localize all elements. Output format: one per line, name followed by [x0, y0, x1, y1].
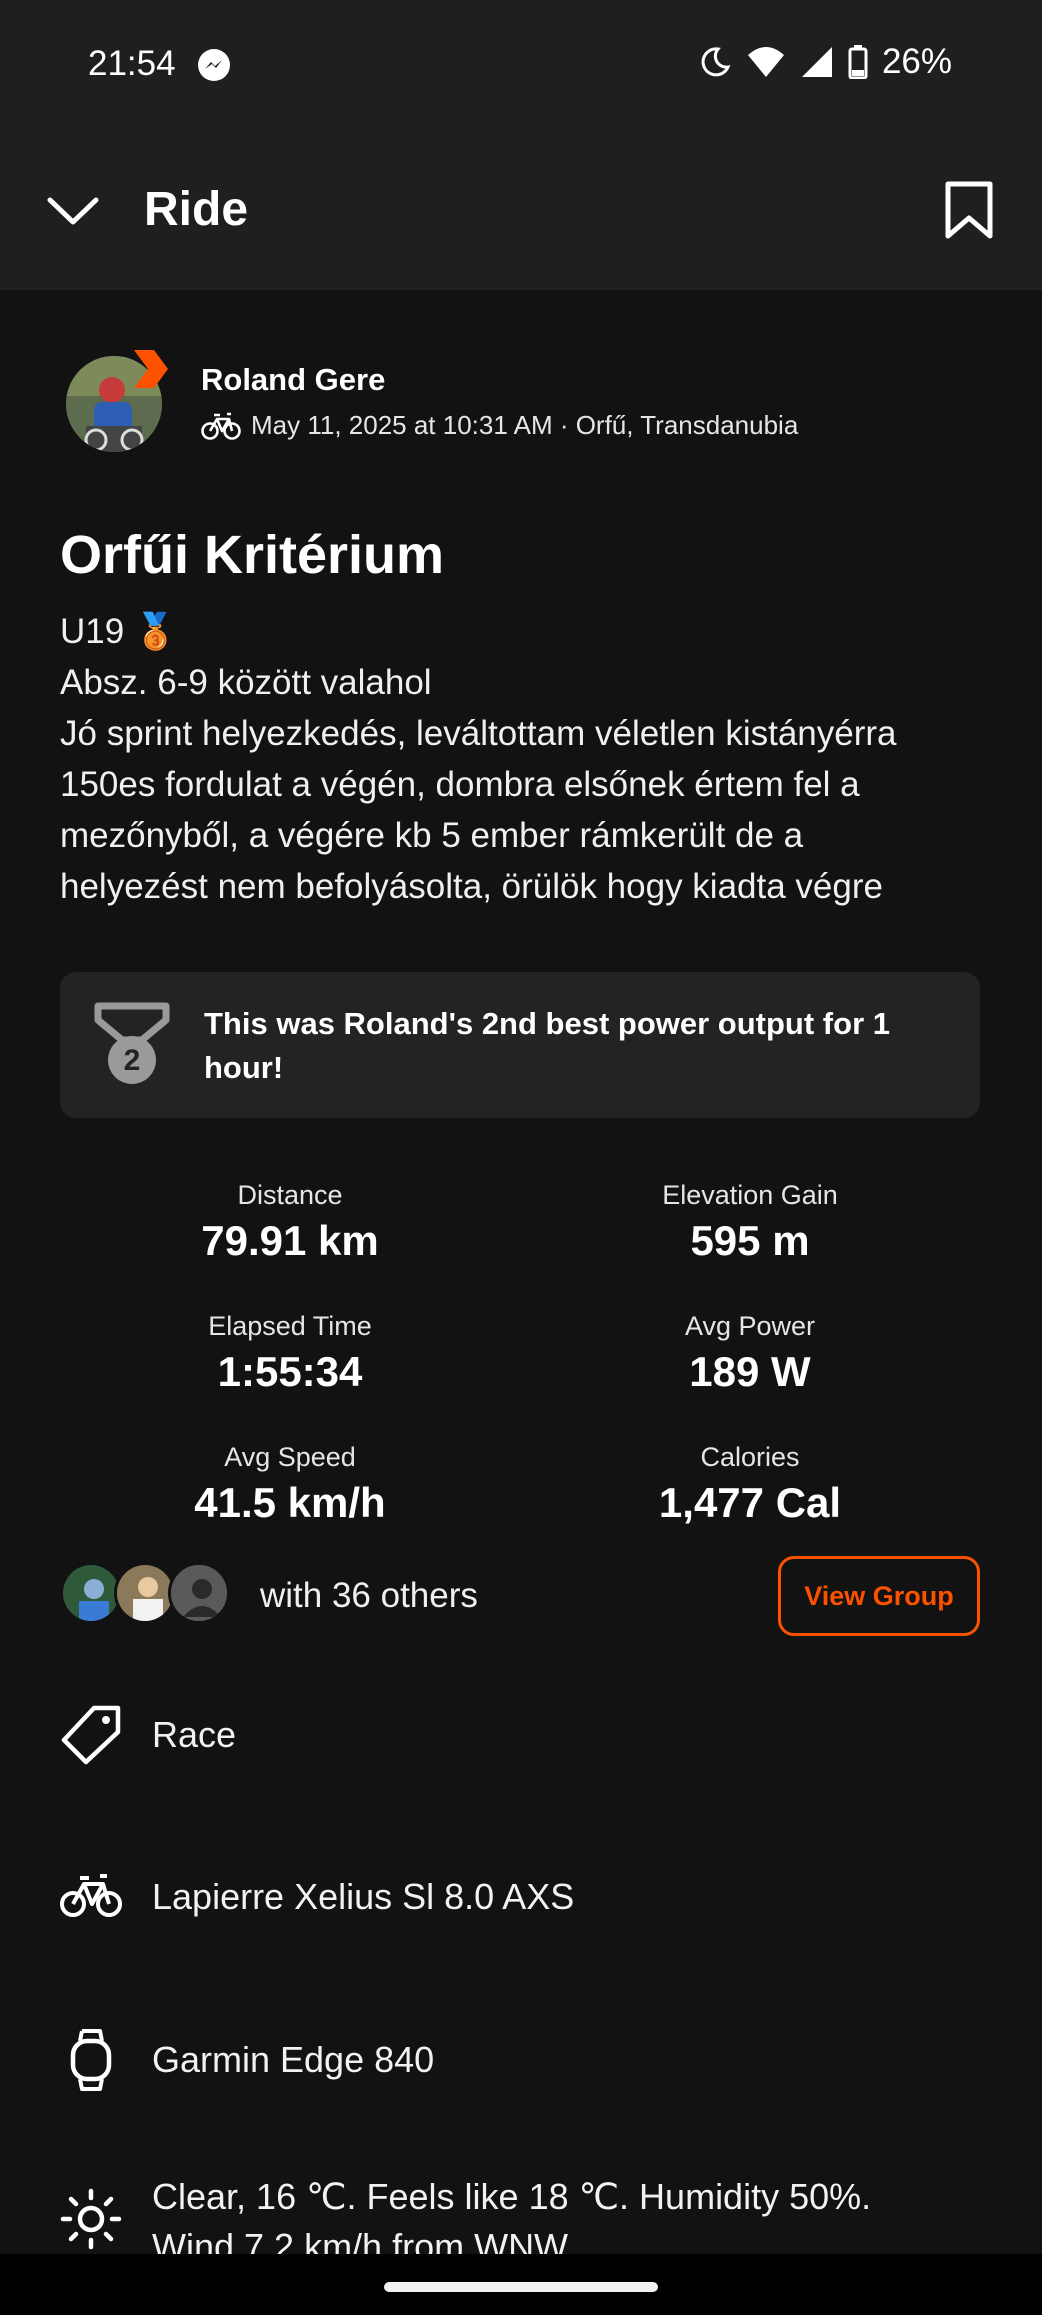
medal-icon: 2 [94, 1002, 170, 1084]
activity-meta: May 11, 2025 at 10:31 AM · Orfű, Transda… [201, 410, 798, 441]
weather-line: Clear, 16 ℃. Feels like 18 ℃. Humidity 5… [152, 2176, 872, 2217]
activity-title: Orfűi Kritérium [60, 525, 445, 585]
stat-label: Calories [700, 1442, 800, 1472]
bike-name: Lapierre Xelius Sl 8.0 AXS [152, 1876, 575, 1917]
description-line: U19 🥉 [60, 612, 178, 651]
tag-label: Race [152, 1714, 237, 1755]
moon-icon [701, 47, 731, 77]
status-bar: 21:54 26% [0, 0, 1042, 130]
stat-value: 1:55:34 [217, 1348, 363, 1395]
group-row: with 36 others View Group [60, 1556, 980, 1636]
description-line: helyezést nem befolyásolta, örülök hogy … [60, 867, 883, 906]
battery-icon [848, 45, 868, 79]
description-line: Absz. 6-9 között valahol [60, 663, 432, 702]
signal-icon [801, 47, 832, 77]
status-time: 21:54 [88, 44, 176, 83]
bike-icon [60, 1874, 122, 1917]
stat-avg-speed: Avg Speed 41.5 km/h [80, 1442, 500, 1527]
stat-label: Elapsed Time [208, 1311, 372, 1341]
page-title: Ride [144, 183, 249, 236]
device-name: Garmin Edge 840 [152, 2039, 435, 2080]
stat-calories: Calories 1,477 Cal [540, 1442, 960, 1527]
stat-elevation-gain: Elevation Gain 595 m [540, 1180, 960, 1265]
description-line: mezőnyből, a végére kb 5 ember rámkerült… [60, 816, 804, 855]
bike-icon [201, 412, 241, 440]
stat-value: 595 m [690, 1217, 810, 1264]
description-line: 150es fordulat a végén, dombra elsőnek é… [60, 765, 860, 804]
group-count-text: with 36 others [260, 1576, 478, 1615]
stat-distance: Distance 79.91 km [80, 1180, 500, 1265]
messenger-icon [198, 49, 230, 81]
achievement-text: This was Roland's 2nd best power output … [204, 1006, 890, 1085]
stat-avg-power: Avg Power 189 W [540, 1311, 960, 1396]
achievement-card[interactable]: 2 This was Roland's 2nd best power outpu… [60, 972, 980, 1118]
chevron-down-icon[interactable] [46, 184, 100, 238]
person-icon [171, 1565, 227, 1621]
stat-elapsed-time: Elapsed Time 1:55:34 [80, 1311, 500, 1396]
activity-meta-text: May 11, 2025 at 10:31 AM · Orfű, Transda… [251, 410, 799, 440]
stat-label: Distance [237, 1180, 343, 1210]
group-avatar[interactable] [60, 1562, 122, 1624]
app-bar: Ride [0, 130, 1042, 290]
stat-value: 1,477 Cal [658, 1479, 842, 1526]
stat-label: Elevation Gain [662, 1180, 838, 1210]
view-group-button[interactable]: View Group [778, 1556, 980, 1636]
subscriber-badge-icon [134, 350, 168, 388]
stat-label: Avg Power [684, 1311, 816, 1341]
stat-value: 41.5 km/h [194, 1479, 386, 1526]
activity-description: U19 🥉 Absz. 6-9 között valahol Jó sprint… [60, 606, 1000, 912]
athlete-name[interactable]: Roland Gere [201, 362, 385, 398]
medal-number: 2 [124, 1044, 141, 1077]
group-avatar-placeholder[interactable] [168, 1562, 230, 1624]
gesture-handle[interactable] [384, 2282, 658, 2292]
system-nav-bar [0, 2254, 1042, 2315]
device-row[interactable]: Garmin Edge 840 [60, 2029, 980, 2091]
stat-label: Avg Speed [224, 1442, 356, 1472]
tag-row[interactable]: Race [60, 1704, 980, 1766]
tag-icon [61, 1705, 121, 1765]
description-line: Jó sprint helyezkedés, leváltottam vélet… [60, 714, 897, 753]
bookmark-icon[interactable] [942, 180, 996, 240]
status-icons: 26% [698, 42, 952, 82]
gear-bike-row[interactable]: Lapierre Xelius Sl 8.0 AXS [60, 1866, 980, 1928]
stat-value: 189 W [689, 1348, 811, 1395]
group-avatar[interactable] [114, 1562, 176, 1624]
stat-value: 79.91 km [201, 1217, 379, 1264]
sun-icon [60, 2188, 122, 2250]
battery-percent: 26% [881, 42, 952, 81]
wifi-icon [747, 47, 784, 77]
watch-icon [70, 2029, 112, 2091]
